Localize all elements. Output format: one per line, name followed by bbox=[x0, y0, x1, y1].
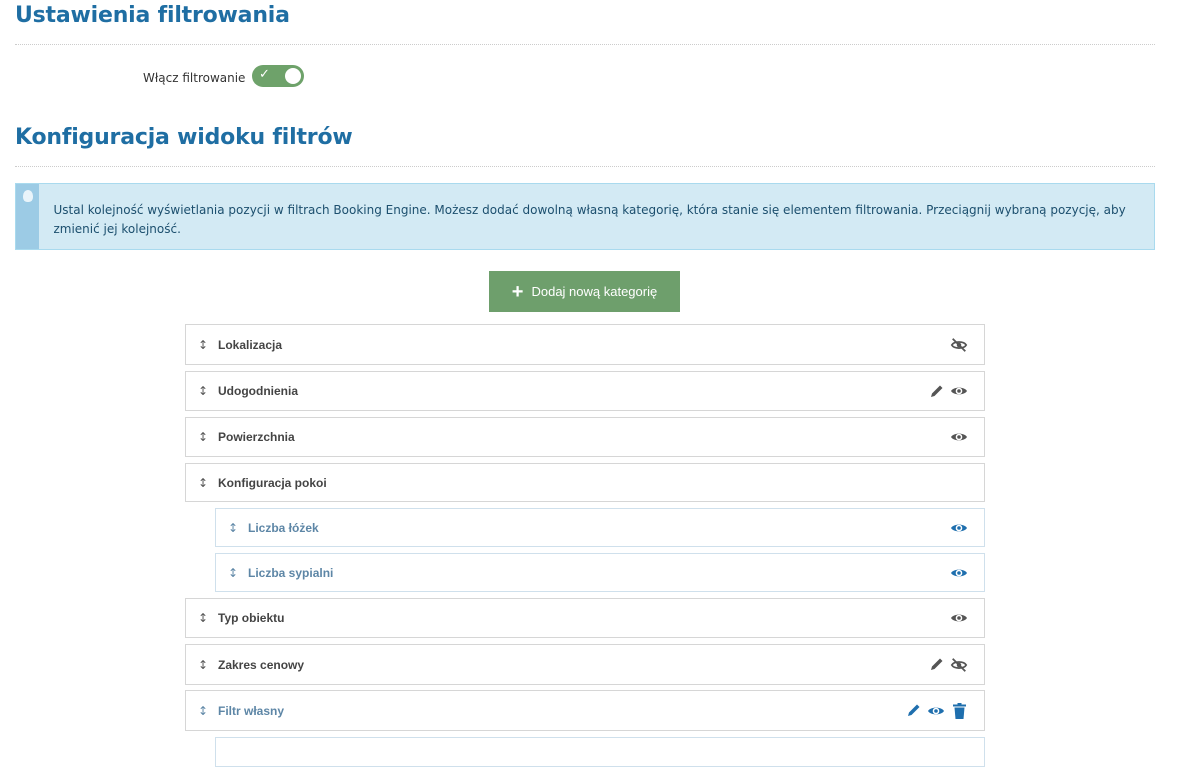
item-label: Liczba sypialni bbox=[248, 565, 334, 580]
list-item[interactable]: ↕ Liczba łóżek bbox=[215, 508, 985, 547]
eye-icon[interactable] bbox=[950, 565, 968, 581]
list-item[interactable]: ↕ Filtr własny bbox=[185, 690, 985, 731]
eye-slash-icon[interactable] bbox=[950, 337, 968, 353]
list-item[interactable]: ↕ Zakres cenowy bbox=[185, 644, 985, 685]
info-text: Ustal kolejność wyświetlania pozycji w f… bbox=[53, 203, 1126, 236]
eye-icon[interactable] bbox=[950, 610, 968, 626]
item-label: Filtr własny bbox=[218, 703, 285, 718]
info-box: Ustal kolejność wyświetlania pozycji w f… bbox=[15, 183, 1155, 250]
drag-handle-icon[interactable]: ↕ bbox=[228, 521, 248, 535]
drag-handle-icon[interactable]: ↕ bbox=[198, 658, 218, 672]
eye-icon[interactable] bbox=[927, 703, 945, 719]
drag-handle-icon[interactable]: ↕ bbox=[198, 384, 218, 398]
filter-settings-heading: Ustawienia filtrowania bbox=[15, 3, 290, 28]
list-item[interactable]: ↕ Liczba sypialni bbox=[215, 553, 985, 592]
filter-view-config-heading: Konfiguracja widoku filtrów bbox=[15, 125, 353, 150]
item-label: Zakres cenowy bbox=[218, 657, 305, 672]
plus-icon: + bbox=[511, 280, 524, 303]
list-item[interactable]: ↕ Typ obiektu bbox=[185, 598, 985, 638]
divider bbox=[15, 166, 1155, 167]
item-label: Liczba łóżek bbox=[248, 520, 319, 535]
drag-handle-icon[interactable]: ↕ bbox=[198, 476, 218, 490]
check-icon: ✓ bbox=[259, 67, 270, 82]
pencil-icon[interactable] bbox=[904, 703, 922, 719]
item-label: Udogodnienia bbox=[218, 384, 298, 398]
pencil-icon[interactable] bbox=[927, 383, 945, 399]
eye-icon[interactable] bbox=[950, 383, 968, 399]
item-label: Typ obiektu bbox=[218, 611, 285, 625]
divider bbox=[15, 44, 1155, 45]
drag-handle-icon[interactable]: ↕ bbox=[228, 566, 248, 580]
trash-icon[interactable] bbox=[950, 702, 968, 719]
item-label: Powierzchnia bbox=[218, 430, 295, 444]
add-category-button[interactable]: + Dodaj nową kategorię bbox=[489, 271, 680, 312]
list-item[interactable]: ↕ Lokalizacja bbox=[185, 324, 985, 365]
eye-slash-icon[interactable] bbox=[950, 657, 968, 673]
drag-handle-icon[interactable]: ↕ bbox=[198, 430, 218, 444]
drag-handle-icon[interactable]: ↕ bbox=[198, 611, 218, 625]
enable-filtering-toggle[interactable]: ✓ bbox=[252, 65, 304, 87]
drag-handle-icon[interactable]: ↕ bbox=[198, 338, 218, 352]
item-label: Lokalizacja bbox=[218, 337, 283, 352]
item-label: Konfiguracja pokoi bbox=[218, 475, 327, 490]
list-item[interactable]: ↕ Udogodnienia bbox=[185, 371, 985, 411]
eye-icon[interactable] bbox=[950, 520, 968, 536]
lightbulb-icon bbox=[22, 190, 33, 202]
list-item[interactable]: ↕ Powierzchnia bbox=[185, 417, 985, 457]
eye-icon[interactable] bbox=[950, 429, 968, 445]
enable-filtering-label: Włącz filtrowanie bbox=[143, 71, 246, 85]
list-item[interactable]: ↕ Konfiguracja pokoi bbox=[185, 463, 985, 502]
list-item[interactable] bbox=[215, 737, 985, 767]
drag-handle-icon[interactable]: ↕ bbox=[198, 704, 218, 718]
pencil-icon[interactable] bbox=[927, 657, 945, 673]
